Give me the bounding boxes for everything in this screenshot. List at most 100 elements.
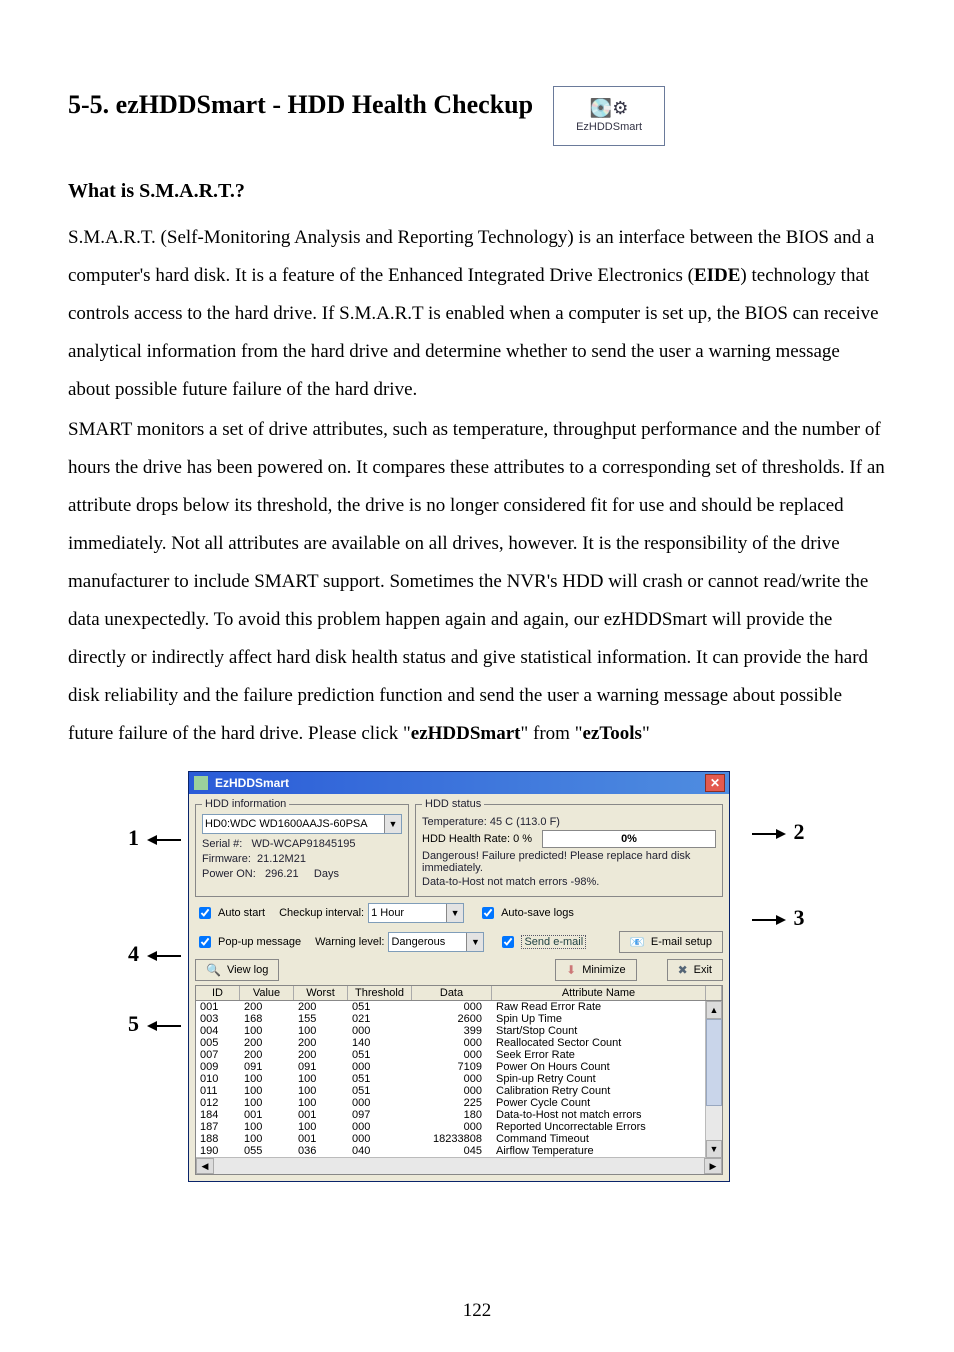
auto-save-logs-label: Auto-save logs [501,907,574,919]
popup-message-input[interactable] [199,936,211,948]
scroll-left-icon[interactable]: ◀ [196,1158,214,1174]
send-email-label: Send e-mail [521,935,586,949]
hdd-information-legend: HDD information [202,798,289,810]
col-data[interactable]: Data [412,986,492,1000]
drive-select[interactable]: HD0:WDC WD1600AAJS-60PSA ▼ [202,814,402,834]
scroll-thumb[interactable] [706,1019,722,1106]
ezhddsmart-icon-box: 💽⚙︎ EzHDDSmart [553,86,665,146]
minimize-button[interactable]: ⬇Minimize [555,959,636,981]
col-attribute-name[interactable]: Attribute Name [492,986,706,1000]
col-value[interactable]: Value [240,986,294,1000]
callout-label-4: 4 [128,941,185,967]
view-log-button[interactable]: 🔍 View log [195,959,279,981]
para2-text-end: " [642,723,650,744]
data-to-host-line: Data-to-Host not match errors -98%. [422,876,716,888]
vertical-scrollbar[interactable]: ▲ ▼ [705,1001,722,1158]
smart-attributes-table: ID Value Worst Threshold Data Attribute … [195,985,723,1175]
col-threshold[interactable]: Threshold [348,986,412,1000]
arrow-left-icon [145,833,185,847]
serial-value: WD-WCAP91845195 [252,838,356,850]
window-title: EzHDDSmart [215,776,289,790]
magnifier-icon: 🔍 [206,964,221,976]
para2-bold-eztools: ezTools [582,723,641,744]
col-id[interactable]: ID [196,986,240,1000]
checkup-interval-select[interactable]: 1 Hour▼ [368,903,464,923]
exit-label: Exit [694,964,712,976]
email-setup-label: E-mail setup [651,936,712,948]
exit-button[interactable]: ✖ Exit [667,959,723,981]
popup-message-label: Pop-up message [218,936,301,948]
table-row[interactable]: 005200200140000Reallocated Sector Count [196,1037,722,1049]
scroll-up-icon[interactable]: ▲ [706,1001,722,1019]
view-log-label: View log [227,964,268,976]
danger-message: Dangerous! Failure predicted! Please rep… [422,850,716,874]
horizontal-scrollbar[interactable]: ◀ ▶ [196,1157,722,1174]
table-header: ID Value Worst Threshold Data Attribute … [196,986,722,1001]
table-row[interactable]: 010100100051000Spin-up Retry Count [196,1073,722,1085]
table-row[interactable]: 012100100000225Power Cycle Count [196,1097,722,1109]
paragraph-smart-detail: SMART monitors a set of drive attributes… [68,411,886,753]
poweron-value: 296.21 [265,868,299,880]
hdd-status-group: HDD status Temperature: 45 C (113.0 F) H… [415,798,723,897]
popup-message-checkbox[interactable]: Pop-up message [195,933,301,951]
ezhddsmart-icon-label: EzHDDSmart [576,121,642,133]
warning-level-label: Warning level: [315,936,384,948]
callout-label-3: 3 [748,905,805,931]
email-icon: 📧 [630,936,645,948]
warning-level-value: Dangerous [391,936,445,948]
checkup-interval-value: 1 Hour [371,907,404,919]
arrow-right-icon [748,827,788,841]
table-row[interactable]: 184001001097180Data-to-Host not match er… [196,1109,722,1121]
auto-start-label: Auto start [218,907,265,919]
auto-start-checkbox[interactable]: Auto start [195,904,265,922]
auto-save-logs-input[interactable] [482,907,494,919]
ezhddsmart-window: EzHDDSmart ✕ HDD information HD0:WDC WD1… [188,771,730,1182]
callout-label-2: 2 [748,819,805,845]
callout-label-5: 5 [128,1011,185,1037]
auto-start-input[interactable] [199,907,211,919]
firmware-label: Firmware: [202,853,251,865]
table-row[interactable]: 004100100000399Start/Stop Count [196,1025,722,1037]
system-icon [193,775,209,791]
table-row[interactable]: 011100100051000Calibration Retry Count [196,1085,722,1097]
para2-text-mid: " from " [521,723,583,744]
send-email-checkbox[interactable]: Send e-mail [498,933,586,951]
temperature-line: Temperature: 45 C (113.0 F) [422,816,716,828]
chevron-down-icon: ▼ [466,933,483,951]
send-email-input[interactable] [502,936,514,948]
table-row[interactable]: 001200200051000Raw Read Error Rate [196,1001,722,1013]
table-rows: 001200200051000Raw Read Error Rate003168… [196,1001,722,1157]
para2-text-a: SMART monitors a set of drive attributes… [68,419,885,744]
scroll-right-icon[interactable]: ▶ [704,1158,722,1174]
col-worst[interactable]: Worst [294,986,348,1000]
page-title: 5-5. ezHDDSmart - HDD Health Checkup [68,90,533,120]
para1-bold-eide: EIDE [694,265,740,286]
exit-icon: ✖ [678,964,688,976]
titlebar[interactable]: EzHDDSmart ✕ [189,772,729,794]
disk-gear-icon: 💽⚙︎ [590,99,629,117]
table-row[interactable]: 007200200051000Seek Error Rate [196,1049,722,1061]
warning-level-select[interactable]: Dangerous ▼ [388,932,484,952]
poweron-unit: Days [314,868,339,880]
serial-label: Serial #: [202,838,242,850]
email-setup-button[interactable]: 📧 E-mail setup [619,931,723,953]
firmware-value: 21.12M21 [257,853,306,865]
table-row[interactable]: 0031681550212600Spin Up Time [196,1013,722,1025]
health-progress-text: 0% [621,833,637,845]
close-icon: ✕ [710,777,720,789]
table-row[interactable]: 18810000100018233808Command Timeout [196,1133,722,1145]
close-button[interactable]: ✕ [705,774,725,792]
minimize-label: Minimize [582,964,625,976]
table-row[interactable]: 190055036040045Airflow Temperature [196,1145,722,1157]
chevron-down-icon: ▼ [384,815,401,833]
auto-save-logs-checkbox[interactable]: Auto-save logs [478,904,574,922]
subheading-what-is-smart: What is S.M.A.R.T.? [68,180,886,203]
scroll-down-icon[interactable]: ▼ [706,1140,722,1158]
paragraph-smart-intro: S.M.A.R.T. (Self-Monitoring Analysis and… [68,219,886,409]
drive-select-value: HD0:WDC WD1600AAJS-60PSA [205,818,368,830]
arrow-left-icon [145,1019,185,1033]
table-row[interactable]: 0090910910007109Power On Hours Count [196,1061,722,1073]
table-row[interactable]: 187100100000000Reported Uncorrectable Er… [196,1121,722,1133]
poweron-label: Power ON: [202,868,256,880]
hdd-status-legend: HDD status [422,798,484,810]
